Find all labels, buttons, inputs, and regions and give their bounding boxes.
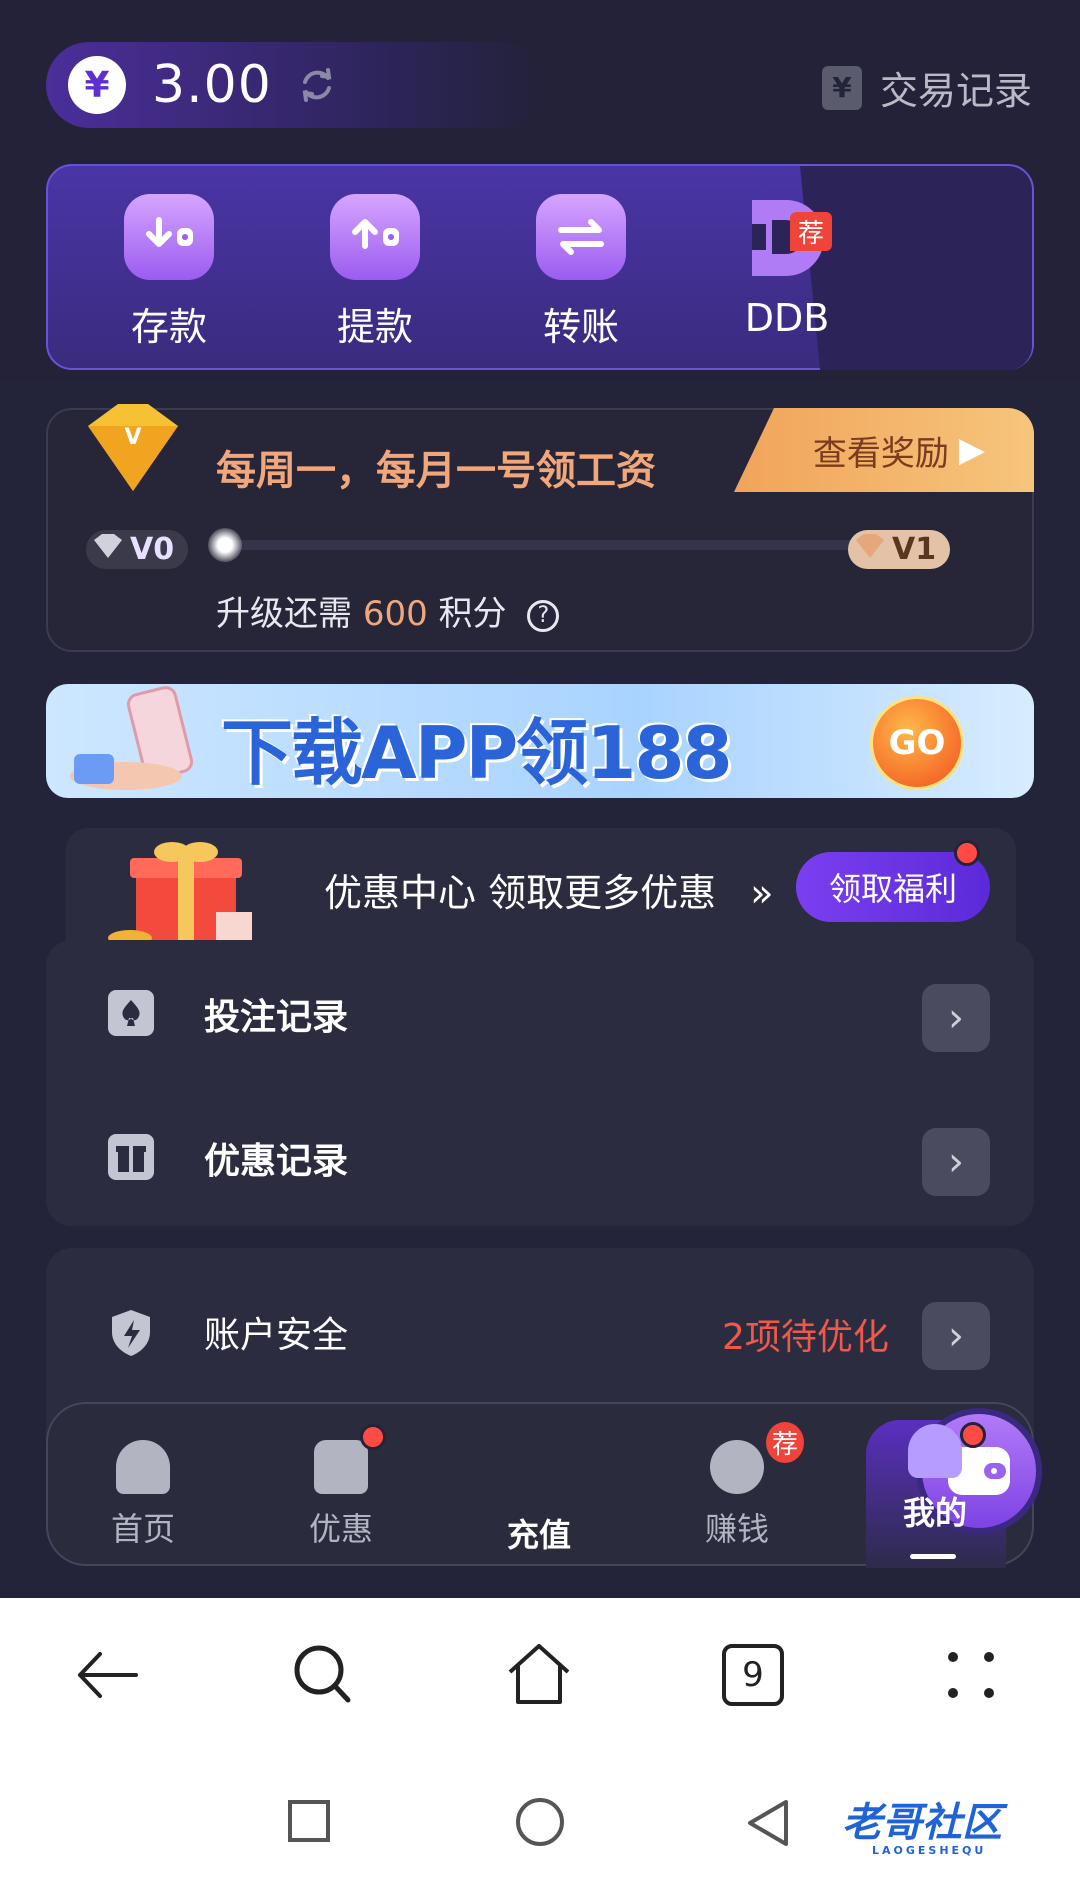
vip-title: 每周一，每月一号领工资 (216, 448, 656, 494)
transfer-label: 转账 (542, 305, 619, 349)
withdraw-button[interactable]: 提款 (300, 194, 450, 351)
transfer-icon (536, 194, 626, 280)
shield-icon (108, 1308, 154, 1356)
bottom-tab-bar: 首页 优惠 充值 赚钱 荐 我的 (46, 1402, 1042, 1568)
tab-recharge-label: 充值 (506, 1516, 571, 1554)
next-level-text: V1 (892, 532, 937, 567)
diamond-v-icon: V (88, 404, 178, 491)
vip-progress-knob (208, 528, 242, 562)
home-icon[interactable] (504, 1640, 574, 1710)
current-level-badge: V0 (86, 530, 189, 569)
recent-apps-icon[interactable] (288, 1800, 330, 1842)
transaction-records-label: 交易记录 (879, 69, 1032, 113)
notification-dot (954, 840, 980, 866)
need-points: 600 (362, 594, 428, 634)
chevron-right-icon[interactable]: › (922, 1128, 990, 1196)
view-rewards-button[interactable]: 查看奖励 ▶ (734, 408, 1034, 492)
need-suffix: 积分 (438, 594, 507, 634)
next-level-badge: V1 (848, 530, 951, 569)
withdraw-label: 提款 (336, 305, 413, 349)
security-status: 2项待优化 (722, 1317, 889, 1358)
need-prefix: 升级还需 (216, 594, 352, 634)
tab-recharge[interactable]: 充值 (474, 1408, 1042, 1556)
back-triangle-icon[interactable] (744, 1798, 792, 1848)
home-icon (116, 1440, 170, 1494)
svg-text:V: V (124, 425, 141, 450)
tab-earn-label: 赚钱 (704, 1510, 769, 1548)
earn-icon (710, 1440, 764, 1494)
bet-records-row[interactable]: 投注记录 › (46, 962, 1034, 1062)
receipt-icon: ¥ (821, 65, 862, 110)
tab-home-label: 首页 (110, 1510, 175, 1548)
help-icon[interactable]: ? (527, 599, 560, 632)
system-navigation-bar: 老哥社区 LAOGESHEQU (0, 1748, 1080, 1883)
recommend-badge: 荐 (765, 1422, 804, 1463)
ddb-label: DDB (744, 296, 830, 340)
balance-amount: 3.00 (152, 55, 272, 115)
ddb-button[interactable]: DDB 荐 (712, 194, 862, 340)
double-chevron-icon: » (750, 871, 774, 915)
tabs-count-button[interactable]: 9 (722, 1644, 784, 1706)
view-rewards-label: 查看奖励 (812, 433, 949, 474)
promo-center: 优惠中心 领取更多优惠 » 领取福利 (66, 828, 1016, 948)
active-tab-indicator (910, 1554, 956, 1559)
play-arrow-icon: ▶ (958, 430, 986, 470)
tab-home[interactable]: 首页 (78, 1440, 208, 1550)
user-icon (908, 1424, 962, 1478)
tab-mine-label: 我的 (902, 1494, 967, 1532)
tab-promotions[interactable]: 优惠 (276, 1424, 406, 1550)
deposit-button[interactable]: 存款 (94, 194, 244, 351)
promo-text: 优惠中心 领取更多优惠 » (324, 862, 773, 917)
current-level-text: V0 (130, 532, 175, 567)
records-list: 投注记录 › 优惠记录 › (46, 940, 1034, 1226)
go-button[interactable]: GO (870, 696, 964, 790)
search-icon[interactable] (288, 1640, 358, 1710)
gift-icon (314, 1440, 368, 1494)
download-app-banner[interactable]: 下载APP领188 GO (46, 684, 1034, 798)
chevron-right-icon[interactable]: › (922, 984, 990, 1052)
withdraw-icon (330, 194, 420, 280)
promo-records-row[interactable]: 优惠记录 › (46, 1106, 1034, 1206)
account-security-row[interactable]: 账户安全 2项待优化 › (46, 1280, 1034, 1380)
tab-promotions-label: 优惠 (308, 1510, 373, 1548)
banner-text: 下载APP领188 (221, 711, 733, 795)
notification-dot (360, 1424, 386, 1450)
account-security-label: 账户安全 (204, 1315, 349, 1356)
watermark-subtext: LAOGESHEQU (872, 1844, 987, 1857)
gift-record-icon (108, 1134, 154, 1180)
app-screen: ¥ 3.00 ¥ 交易记录 存款 提款 转账 DDB 荐 V 每周一，每月一号领… (0, 0, 1080, 1598)
gold-diamond-icon (856, 534, 884, 558)
vip-card: V 每周一，每月一号领工资 查看奖励 ▶ V0 V1 升级还需 600 积分 ? (46, 404, 1034, 652)
silver-diamond-icon (94, 534, 122, 558)
refresh-icon[interactable] (298, 66, 336, 104)
wallet-actions-card: 存款 提款 转账 DDB 荐 (46, 164, 1034, 370)
back-arrow-icon[interactable] (72, 1640, 142, 1710)
transaction-records-link[interactable]: ¥ 交易记录 (821, 60, 1032, 115)
more-menu-icon[interactable] (936, 1640, 1006, 1710)
browser-toolbar: 9 (0, 1598, 1080, 1748)
phone-hand-icon (70, 686, 194, 790)
balance-pill: ¥ 3.00 (46, 42, 546, 128)
transfer-button[interactable]: 转账 (506, 194, 656, 351)
watermark-text: 老哥社区 (842, 1800, 1002, 1846)
upgrade-requirement: 升级还需 600 积分 ? (216, 586, 560, 635)
watermark-logo: 老哥社区 LAOGESHEQU (842, 1790, 1002, 1857)
notification-dot (960, 1422, 986, 1448)
bet-records-label: 投注记录 (204, 997, 349, 1038)
chevron-right-icon[interactable]: › (922, 1302, 990, 1370)
recommend-badge: 荐 (789, 212, 832, 251)
deposit-label: 存款 (130, 305, 207, 349)
tab-earn[interactable]: 赚钱 荐 (672, 1422, 804, 1550)
tab-mine[interactable]: 我的 (870, 1422, 1000, 1534)
home-circle-icon[interactable] (516, 1798, 564, 1846)
vip-progress-track (220, 540, 910, 550)
yen-icon: ¥ (68, 56, 126, 114)
deposit-icon (124, 194, 214, 280)
promo-records-label: 优惠记录 (204, 1141, 349, 1182)
promo-message: 优惠中心 领取更多优惠 (324, 871, 717, 915)
bet-record-icon (108, 990, 154, 1036)
gift-box-icon (108, 842, 252, 946)
